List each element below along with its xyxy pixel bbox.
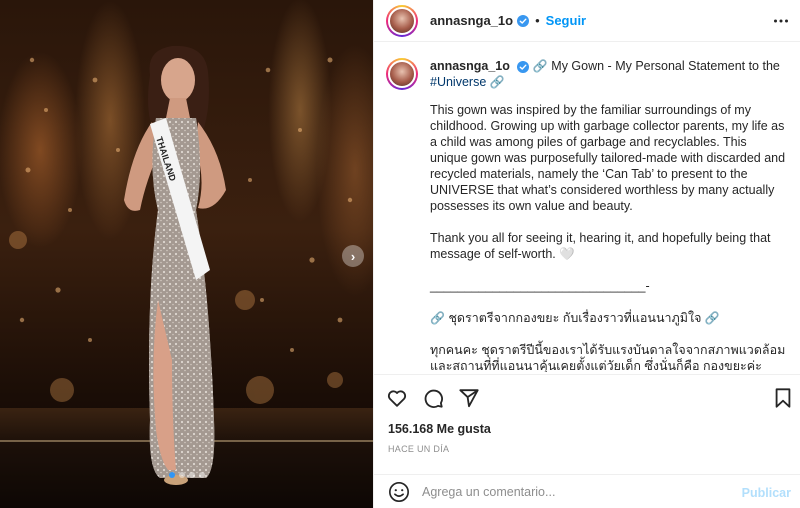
- thai-title-line: 🔗 ชุดราตรีจากกองขยะ กับเรื่องราวที่แอนนา…: [430, 310, 786, 326]
- caption-avatar[interactable]: [386, 58, 418, 90]
- heart-icon[interactable]: [386, 387, 408, 409]
- publish-button[interactable]: Publicar: [742, 486, 791, 500]
- caption-paragraph: This gown was inspired by the familiar s…: [430, 103, 786, 213]
- slide-dot: [188, 472, 195, 478]
- caption-divider: _______________________________-: [430, 279, 650, 293]
- post-timestamp[interactable]: HACE UN DÍA: [388, 444, 449, 454]
- hashtag-link[interactable]: #Universe: [430, 75, 486, 89]
- caption-title-line: annasnga_1o 🔗 My Gown - My Personal Stat…: [430, 58, 786, 90]
- contestant-photo: THAILAND: [9, 45, 353, 485]
- header-separator: •: [535, 13, 540, 28]
- next-slide-button[interactable]: ›: [342, 245, 364, 267]
- action-bar: [374, 374, 800, 418]
- link-icon: 🔗: [430, 311, 445, 325]
- comment-bar: Publicar: [374, 474, 800, 508]
- more-options-icon[interactable]: [773, 13, 789, 29]
- comments-area[interactable]: annasnga_1o 🔗 My Gown - My Personal Stat…: [374, 42, 800, 372]
- verified-icon: [517, 60, 530, 73]
- thai-paragraph: ทุกคนคะ ชุดราตรีปีนี้ของเราได้รับแรงบันด…: [430, 343, 786, 372]
- caption-username[interactable]: annasnga_1o: [430, 59, 510, 73]
- post-header: annasnga_1o • Seguir: [374, 0, 800, 42]
- comment-icon[interactable]: [422, 387, 444, 409]
- link-icon: 🔗: [704, 311, 720, 325]
- next-slide-icon: ›: [350, 248, 356, 264]
- share-icon[interactable]: [458, 387, 480, 409]
- caption-paragraph: Thank you all for seeing it, hearing it,…: [430, 231, 771, 261]
- caption-text: annasnga_1o 🔗 My Gown - My Personal Stat…: [430, 58, 786, 372]
- slide-dot: [198, 472, 205, 478]
- emoji-icon[interactable]: [388, 481, 410, 503]
- link-icon: 🔗: [489, 75, 505, 89]
- caption-title: My Gown - My Personal Statement to the: [551, 59, 780, 73]
- post-media[interactable]: THAILAND ›: [0, 0, 373, 508]
- slide-indicator: [0, 472, 373, 478]
- likes-count[interactable]: 156.168 Me gusta: [388, 422, 491, 436]
- bookmark-icon[interactable]: [772, 387, 794, 409]
- author-avatar[interactable]: [386, 4, 418, 37]
- author-username[interactable]: annasnga_1o: [430, 13, 513, 28]
- follow-button[interactable]: Seguir: [546, 13, 586, 28]
- caption: annasnga_1o 🔗 My Gown - My Personal Stat…: [386, 58, 786, 372]
- verified-icon: [517, 14, 530, 27]
- slide-dot: [168, 472, 175, 478]
- thai-title: ชุดราตรีจากกองขยะ กับเรื่องราวที่แอนนาภู…: [448, 311, 702, 325]
- comment-input[interactable]: [422, 484, 722, 499]
- post-panel: annasnga_1o • Seguir annasnga_1o 🔗 My Go…: [373, 0, 800, 508]
- slide-dot: [178, 472, 185, 478]
- link-icon: 🔗: [532, 59, 548, 73]
